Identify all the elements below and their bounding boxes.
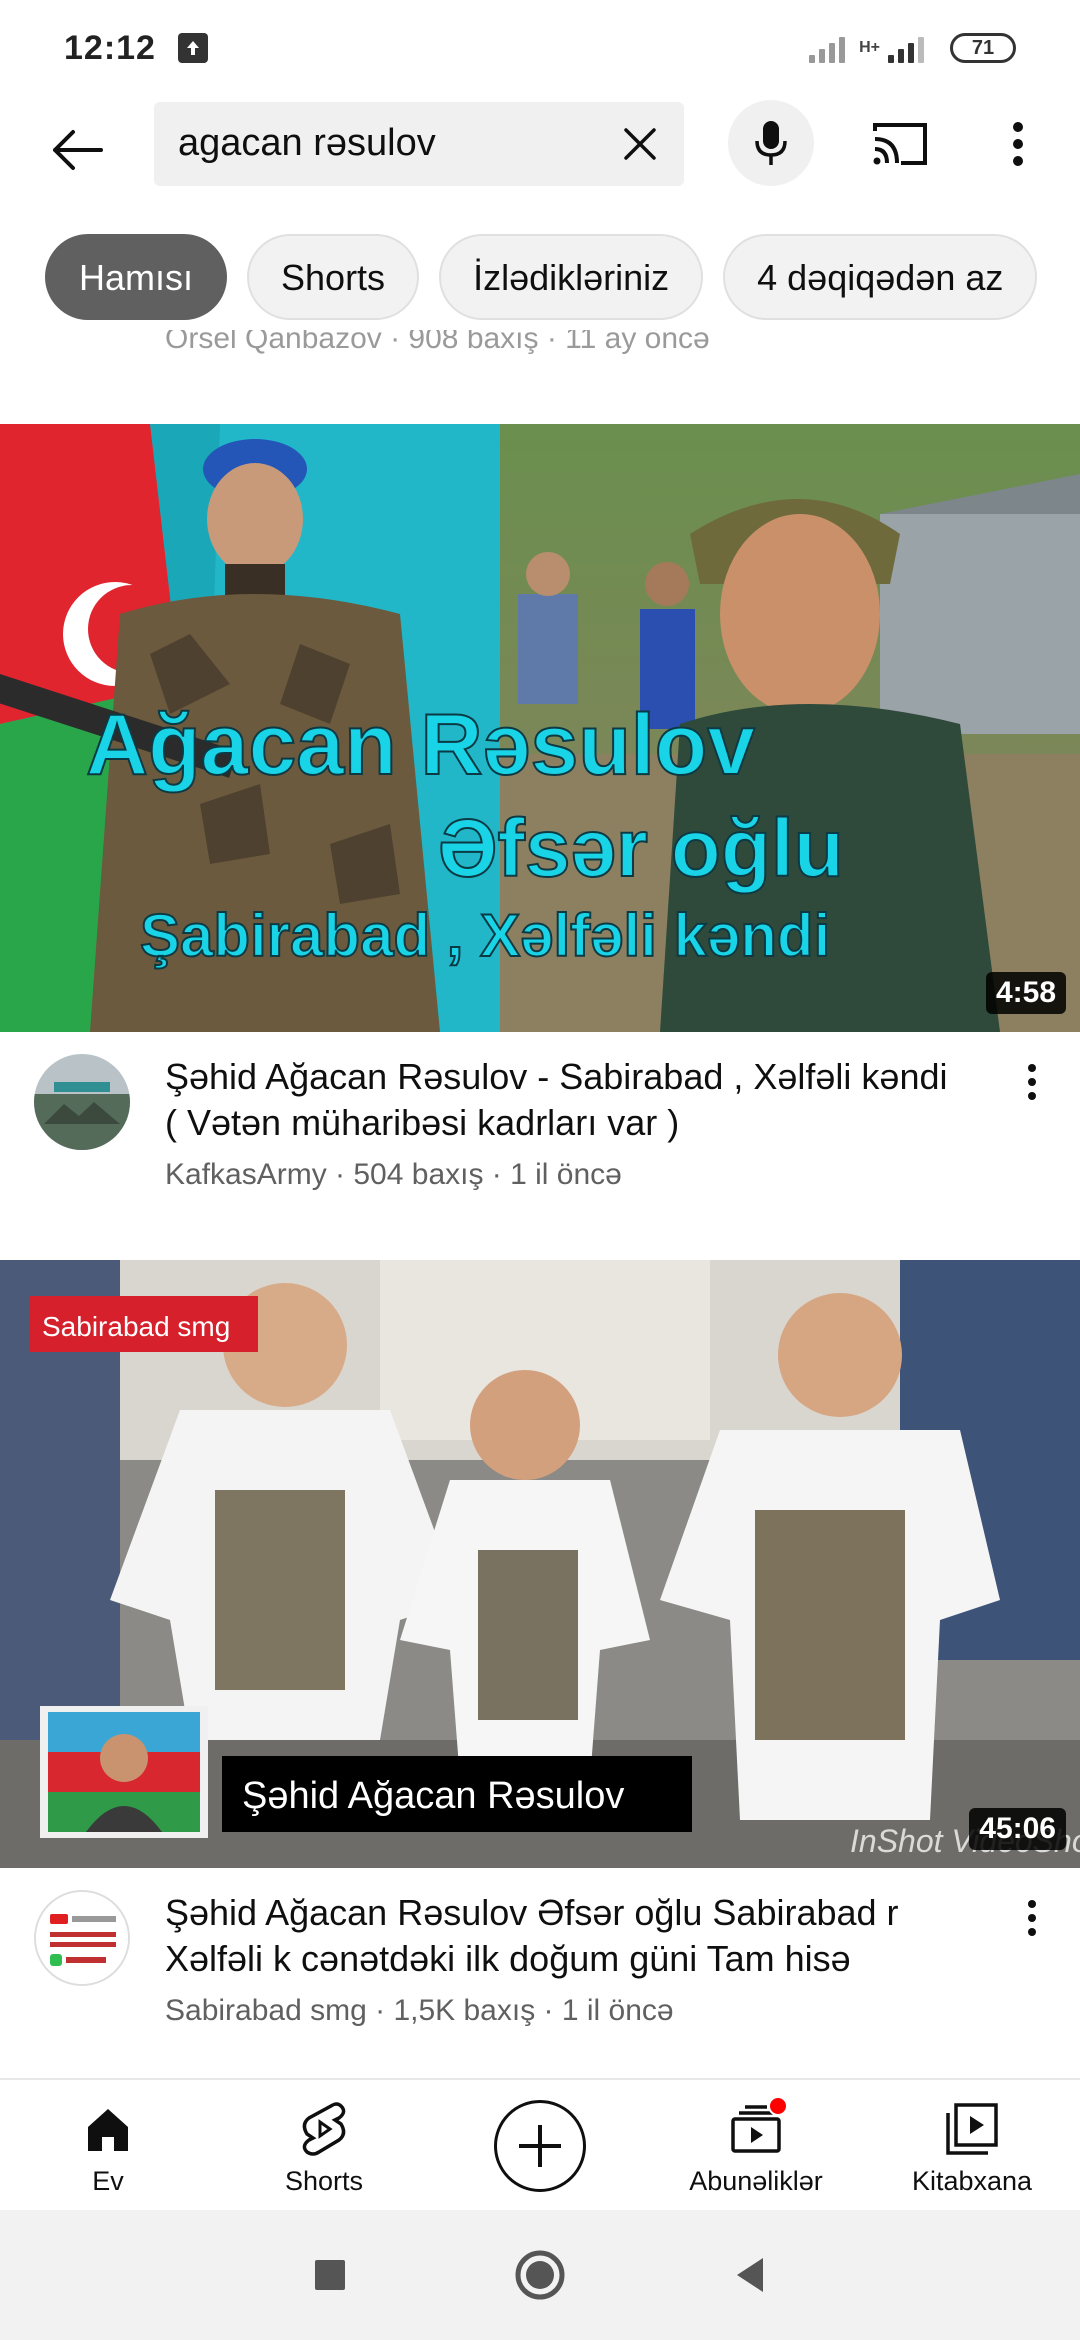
thumbnail-channel-tag: Sabirabad smg <box>42 1311 230 1342</box>
video-duration: 45:06 <box>969 1808 1066 1850</box>
search-header: agacan rəsulov <box>0 96 1080 200</box>
video-title[interactable]: Şəhid Ağacan Rəsulov - Sabirabad , Xəlfə… <box>165 1054 965 1146</box>
nav-shorts[interactable]: Shorts <box>216 2080 432 2210</box>
nav-subscriptions-label: Abunəliklər <box>689 2166 823 2196</box>
plus-icon <box>519 2125 561 2167</box>
create-button[interactable] <box>494 2100 586 2192</box>
more-vertical-icon <box>1013 122 1023 166</box>
network-type-label: H+ <box>859 39 880 56</box>
more-vertical-icon <box>1028 1064 1036 1100</box>
chip-watched[interactable]: İzlədikləriniz <box>439 234 704 320</box>
nav-shorts-label: Shorts <box>284 2166 364 2196</box>
bottom-navigation: Ev Shorts Abunəliklər Kitabxana <box>0 2078 1080 2210</box>
status-bar: 12:12 H+ 71 <box>0 0 1080 96</box>
thumbnail-title-line-2: Əfsər oğlu <box>438 803 844 894</box>
video-info[interactable]: Şəhid Ağacan Rəsulov - Sabirabad , Xəlfə… <box>0 1032 1080 1212</box>
upload-notification-icon <box>177 33 208 63</box>
thumbnail-image: Sabirabad smg Şəhid Ağacan Rəsulov InSho… <box>0 1260 1080 1868</box>
system-back-button[interactable] <box>720 2245 780 2305</box>
nav-library[interactable]: Kitabxana <box>864 2080 1080 2210</box>
subscriptions-icon <box>726 2096 788 2156</box>
chip-under-4-minutes[interactable]: 4 dəqiqədən az <box>723 234 1038 320</box>
nav-home-label: Ev <box>92 2166 124 2196</box>
video-more-button[interactable] <box>1010 1888 1054 1948</box>
signal-icon-secondary <box>888 33 924 63</box>
battery-level: 71 <box>971 36 995 59</box>
cast-icon <box>873 123 927 165</box>
home-icon <box>78 2102 138 2156</box>
back-button[interactable] <box>46 118 110 182</box>
close-icon <box>624 128 656 160</box>
more-options-button[interactable] <box>990 110 1046 178</box>
nav-home[interactable]: Ev <box>0 2080 216 2210</box>
system-navigation-bar <box>0 2210 1080 2340</box>
arrow-left-icon <box>53 130 103 170</box>
circle-icon <box>515 2250 565 2300</box>
microphone-icon <box>755 121 787 165</box>
thumbnail-title-line-1: Ağacan Rəsulov <box>86 697 755 793</box>
clear-search-button[interactable] <box>612 116 668 172</box>
video-thumbnail[interactable]: Ağacan Rəsulov Əfsər oğlu Şabirabad , Xə… <box>0 424 1080 1032</box>
video-meta: KafkasArmy · 504 baxış · 1 il öncə <box>165 1158 622 1191</box>
shorts-icon <box>294 2102 354 2156</box>
channel-avatar[interactable] <box>34 1054 130 1150</box>
video-meta: Sabirabad smg · 1,5K baxış · 1 il öncə <box>165 1994 674 2027</box>
cast-button[interactable] <box>866 110 934 178</box>
thumbnail-caption: Şəhid Ağacan Rəsulov <box>242 1775 624 1817</box>
avatar-image <box>36 1892 128 1984</box>
video-title[interactable]: Şəhid Ağacan Rəsulov Əfsər oğlu Sabiraba… <box>165 1890 965 1982</box>
avatar-image <box>34 1054 130 1150</box>
more-vertical-icon <box>1028 1900 1036 1936</box>
filter-chips: Hamısı Shorts İzlədikləriniz 4 dəqiqədən az <box>0 234 1080 324</box>
previous-video-meta: Orsel Qanbazov · 908 baxış · 11 ay öncə <box>165 322 710 355</box>
video-duration: 4:58 <box>985 972 1066 1014</box>
square-icon <box>315 2260 345 2290</box>
chip-all[interactable]: Hamısı <box>45 234 228 320</box>
nav-library-label: Kitabxana <box>911 2166 1033 2196</box>
home-button[interactable] <box>510 2245 570 2305</box>
status-time: 12:12 <box>64 28 156 67</box>
recents-button[interactable] <box>300 2245 360 2305</box>
video-thumbnail[interactable]: Sabirabad smg Şəhid Ağacan Rəsulov InSho… <box>0 1260 1080 1868</box>
voice-search-button[interactable] <box>728 100 814 186</box>
thumbnail-title-line-3: Şabirabad , Xəlfəli kəndi <box>140 902 830 969</box>
search-query: agacan rəsulov <box>178 122 436 164</box>
notification-dot <box>768 2096 788 2116</box>
nav-subscriptions[interactable]: Abunəliklər <box>648 2080 864 2210</box>
chip-shorts[interactable]: Shorts <box>247 234 420 320</box>
channel-avatar[interactable] <box>34 1890 130 1986</box>
battery-icon: 71 <box>950 33 1016 63</box>
signal-icon <box>809 33 846 63</box>
nav-create[interactable] <box>432 2080 648 2210</box>
video-more-button[interactable] <box>1010 1052 1054 1112</box>
library-icon <box>942 2102 1002 2156</box>
search-input[interactable]: agacan rəsulov <box>154 102 684 186</box>
thumbnail-image: Ağacan Rəsulov Əfsər oğlu Şabirabad , Xə… <box>0 424 1080 1032</box>
status-indicators: H+ 71 <box>809 33 1016 63</box>
video-info[interactable]: Şəhid Ağacan Rəsulov Əfsər oğlu Sabiraba… <box>0 1868 1080 2048</box>
triangle-back-icon <box>737 2258 763 2292</box>
